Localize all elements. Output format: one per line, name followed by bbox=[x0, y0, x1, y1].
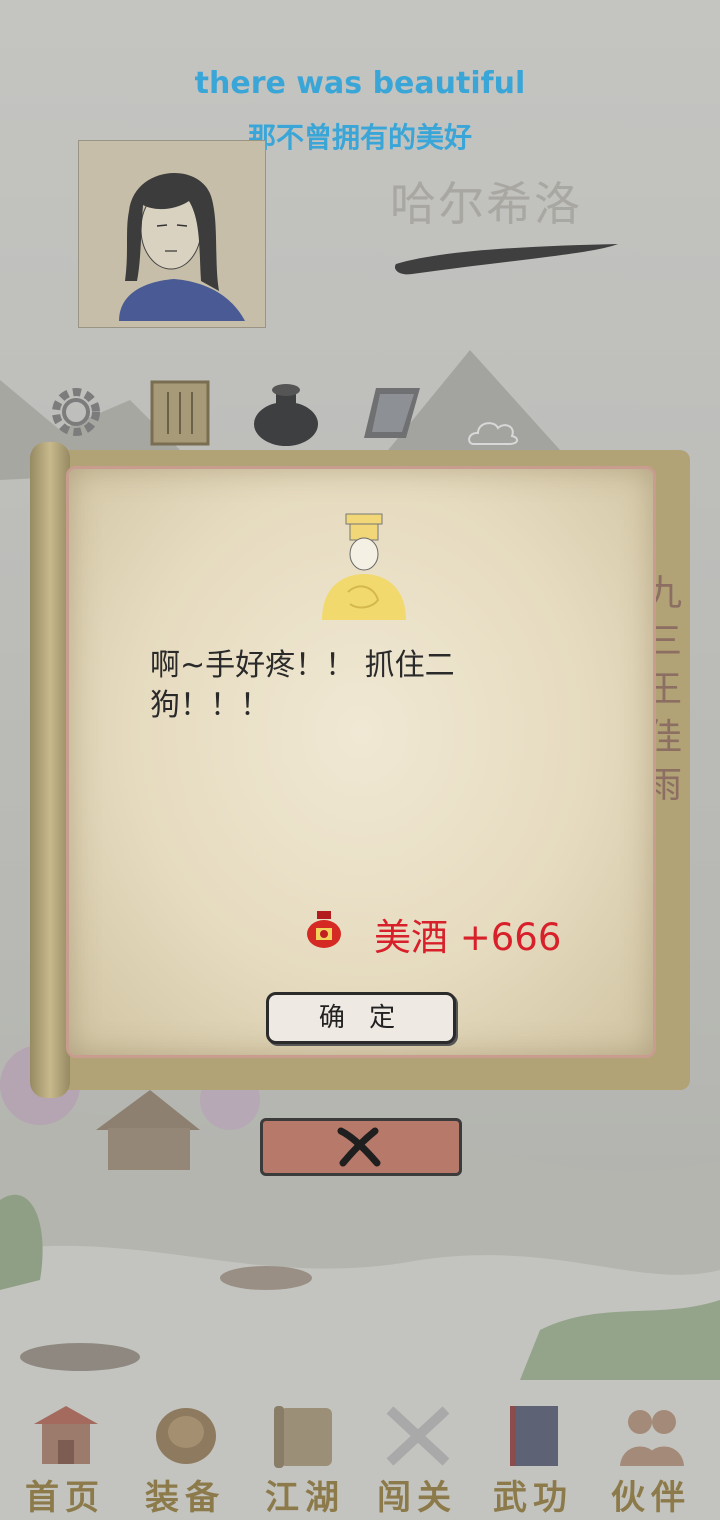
ink-brush-stroke bbox=[394, 244, 618, 275]
nav-item-partners[interactable]: 伙伴 bbox=[596, 1380, 706, 1520]
nav-item-jianghu[interactable]: 江湖 bbox=[250, 1380, 360, 1520]
crossed-swords-icon bbox=[386, 1406, 450, 1466]
scroll-icon bbox=[274, 1406, 332, 1468]
player-name: 哈尔希洛 bbox=[390, 177, 582, 231]
reward-amount: 美酒 +666 bbox=[374, 916, 562, 959]
pavilion-icon bbox=[34, 1406, 98, 1464]
scroll-icon[interactable] bbox=[148, 376, 212, 448]
nav-label: 江湖 bbox=[265, 1478, 345, 1518]
player-avatar[interactable] bbox=[78, 140, 266, 328]
mirror-icon[interactable] bbox=[360, 384, 424, 448]
close-button[interactable] bbox=[260, 1118, 462, 1176]
armor-icon bbox=[156, 1408, 216, 1464]
nav-label: 闯关 bbox=[377, 1478, 457, 1518]
lyric-english-line: there was beautiful bbox=[194, 66, 526, 101]
close-icon bbox=[337, 1127, 381, 1167]
nav-item-martial-arts[interactable]: 武功 bbox=[478, 1380, 588, 1520]
book-icon bbox=[510, 1406, 558, 1466]
nav-item-equipment[interactable]: 装备 bbox=[130, 1380, 240, 1520]
dialog-message: 啊~手好疼！！ 抓住二狗！！！ bbox=[150, 648, 455, 723]
nav-label: 装备 bbox=[145, 1478, 225, 1518]
nav-label: 武功 bbox=[493, 1478, 573, 1518]
cloud-icon bbox=[468, 422, 518, 445]
wine-jar-icon[interactable] bbox=[250, 380, 322, 448]
nav-label: 首页 bbox=[25, 1478, 105, 1518]
gear-icon[interactable] bbox=[44, 380, 108, 444]
wine-jar-icon bbox=[307, 911, 341, 948]
nav-item-challenge[interactable]: 闯关 bbox=[362, 1380, 472, 1520]
confirm-button[interactable]: 确 定 bbox=[266, 992, 456, 1044]
nav-label: 伙伴 bbox=[611, 1478, 691, 1518]
bottom-navigation: 首页 装备 江湖 闯关 武功 伙伴 bbox=[0, 1380, 720, 1520]
portrait-illustration bbox=[79, 141, 265, 327]
scroll-roller bbox=[30, 442, 70, 1098]
nav-item-home[interactable]: 首页 bbox=[10, 1380, 120, 1520]
partners-icon bbox=[620, 1410, 684, 1466]
official-npc-portrait bbox=[322, 513, 406, 620]
